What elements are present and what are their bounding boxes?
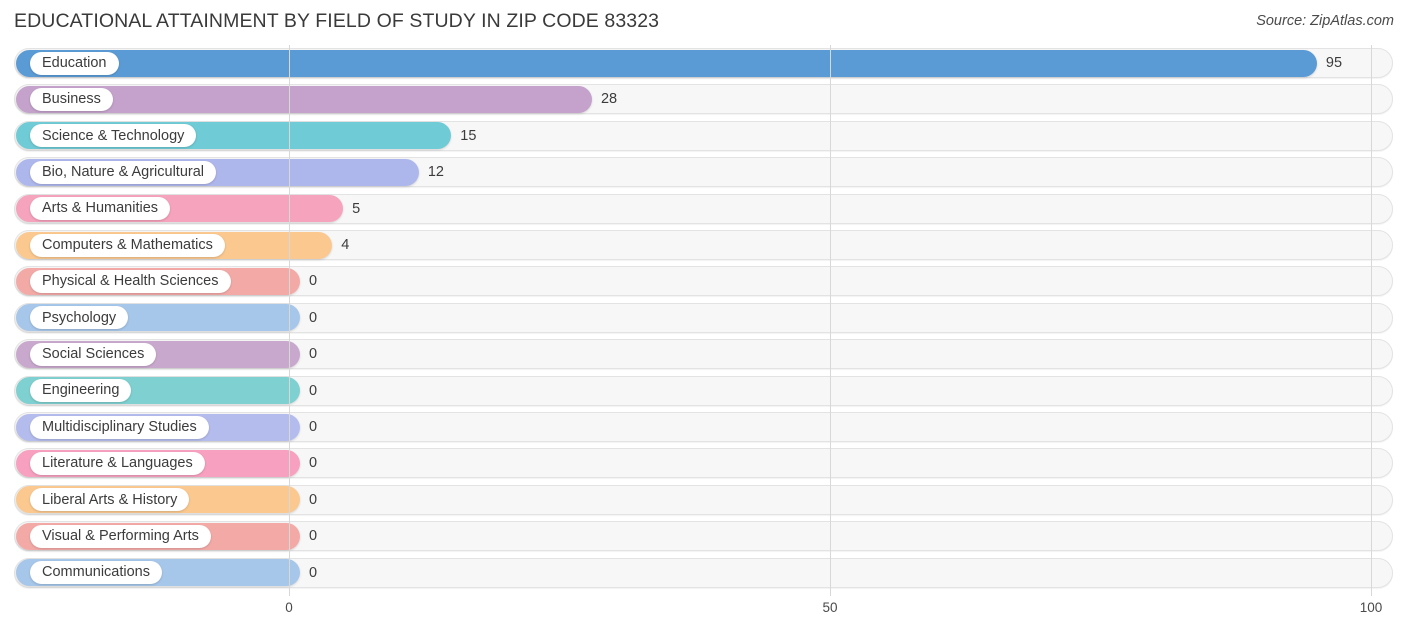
category-label-pill: Multidisciplinary Studies <box>30 415 209 439</box>
category-label-pill: Computers & Mathematics <box>30 233 225 257</box>
value-label: 28 <box>600 91 618 108</box>
chart-row[interactable]: Business 28 <box>0 81 1406 117</box>
value-label: 4 <box>341 237 350 253</box>
chart-header: EDUCATIONAL ATTAINMENT BY FIELD OF STUDY… <box>0 0 1406 45</box>
value-label: 0 <box>309 273 318 290</box>
chart-row[interactable]: Computers & Mathematics 4 <box>0 227 1406 263</box>
chart-row[interactable]: Visual & Performing Arts 0 <box>0 518 1406 554</box>
category-label-pill: Psychology <box>30 306 129 330</box>
value-label: 95 <box>1325 55 1343 71</box>
category-label: Computers & Mathematics <box>42 236 213 253</box>
category-label-pill: Bio, Nature & Agricultural <box>30 160 216 184</box>
chart-row[interactable]: Multidisciplinary Studies 0 <box>0 409 1406 445</box>
value-label: 15 <box>460 127 477 144</box>
page-title: EDUCATIONAL ATTAINMENT BY FIELD OF STUDY… <box>14 10 660 32</box>
category-label-pill: Social Sciences <box>30 342 157 366</box>
category-label: Engineering <box>42 382 120 399</box>
gridline-100 <box>1371 45 1372 596</box>
chart-row[interactable]: Literature & Languages 0 <box>0 445 1406 481</box>
chart-row[interactable]: Liberal Arts & History 0 <box>0 482 1406 518</box>
value-label: 0 <box>309 382 318 399</box>
value-label: 0 <box>309 455 318 472</box>
category-label: Physical & Health Sciences <box>42 273 219 290</box>
category-label: Psychology <box>42 309 117 326</box>
chart-row[interactable]: Science & Technology 15 <box>0 118 1406 154</box>
gridline-0 <box>289 45 290 596</box>
value-label: 12 <box>427 164 444 181</box>
x-tick-label: 50 <box>822 600 838 615</box>
chart-row[interactable]: Engineering 0 <box>0 373 1406 409</box>
value-label: 0 <box>309 309 318 326</box>
chart-row[interactable]: Communications 0 <box>0 555 1406 591</box>
category-label-pill: Liberal Arts & History <box>30 488 190 512</box>
category-label: Bio, Nature & Agricultural <box>42 163 204 180</box>
x-axis: 0 50 100 <box>0 596 1406 631</box>
category-label-pill: Communications <box>30 561 162 585</box>
value-label: 5 <box>352 200 361 217</box>
category-label-pill: Physical & Health Sciences <box>30 269 231 293</box>
x-tick-label: 100 <box>1359 600 1383 615</box>
chart-plot-area: Education 95 Business 28 Science & Technolog… <box>0 45 1406 596</box>
category-label: Arts & Humanities <box>42 200 159 217</box>
category-label: Liberal Arts & History <box>42 491 178 508</box>
chart-row[interactable]: Arts & Humanities 5 <box>0 191 1406 227</box>
x-tick-label: 0 <box>285 600 293 615</box>
category-label: Communications <box>42 564 150 581</box>
category-label-pill: Education <box>30 51 119 75</box>
category-label-pill: Business <box>30 87 113 111</box>
value-label: 0 <box>309 564 318 581</box>
value-label: 0 <box>309 528 318 545</box>
chart-row[interactable]: Bio, Nature & Agricultural 12 <box>0 154 1406 190</box>
category-label: Education <box>42 54 107 71</box>
category-label: Literature & Languages <box>42 455 193 472</box>
chart-row[interactable]: Social Sciences 0 <box>0 336 1406 372</box>
category-label-pill: Engineering <box>30 379 132 403</box>
category-label-pill: Literature & Languages <box>30 451 205 475</box>
category-label: Business <box>42 91 101 108</box>
chart-row[interactable]: Physical & Health Sciences 0 <box>0 263 1406 299</box>
value-label: 0 <box>309 419 318 435</box>
value-label: 0 <box>309 491 318 508</box>
source-attribution: Source: ZipAtlas.com <box>1256 13 1394 29</box>
category-label-pill: Science & Technology <box>30 124 197 148</box>
category-label: Science & Technology <box>42 127 185 144</box>
category-label: Social Sciences <box>42 345 145 362</box>
value-label: 0 <box>309 346 318 363</box>
chart-row[interactable]: Psychology 0 <box>0 300 1406 336</box>
category-label-pill: Arts & Humanities <box>30 197 171 221</box>
value-bar[interactable] <box>16 49 1317 77</box>
category-label-pill: Visual & Performing Arts <box>30 524 211 548</box>
chart-row[interactable]: Education 95 <box>0 45 1406 81</box>
category-label: Visual & Performing Arts <box>42 527 199 544</box>
category-label: Multidisciplinary Studies <box>42 418 197 435</box>
gridline-50 <box>830 45 831 596</box>
